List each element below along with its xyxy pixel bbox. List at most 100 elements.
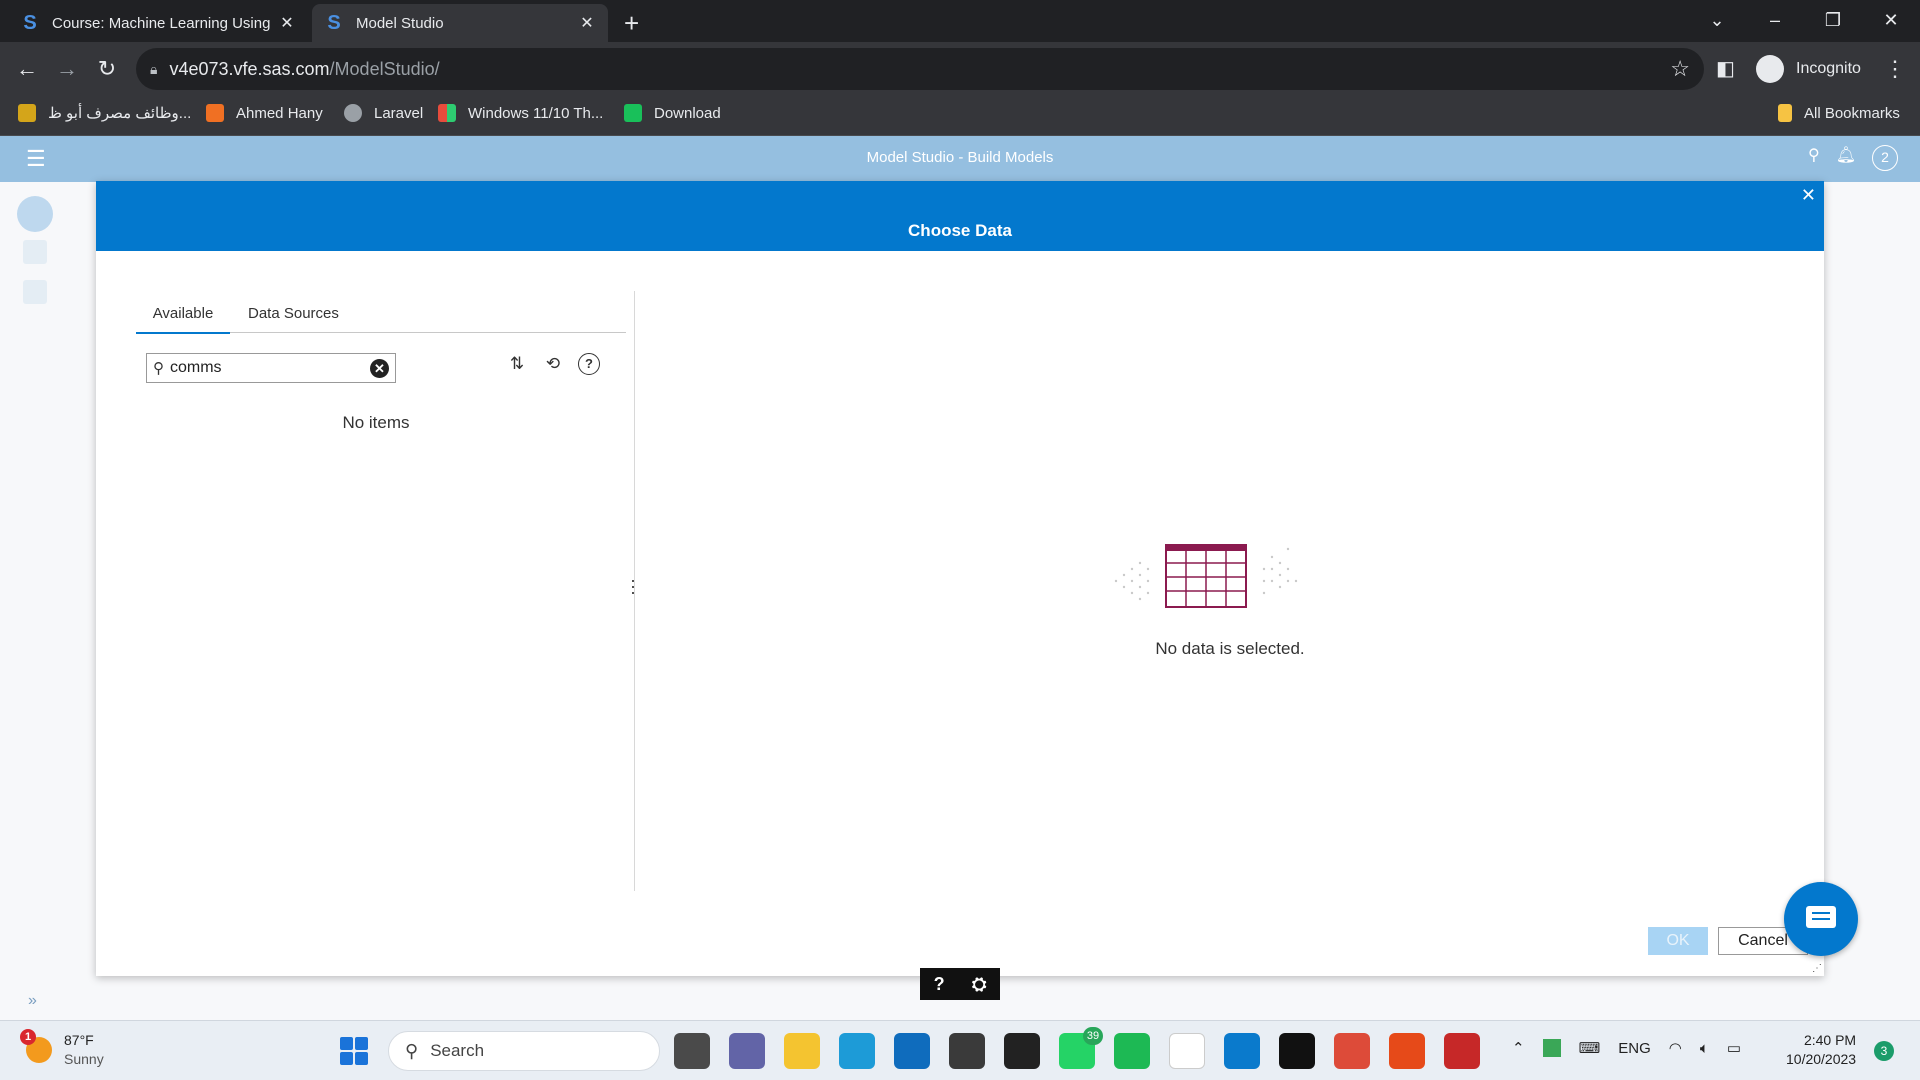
app-badge: 39 [1083, 1027, 1103, 1045]
restore-icon[interactable]: ❐ [1804, 0, 1862, 42]
bookmark-label: Download [654, 104, 721, 122]
header-actions: ⚲ 🔔︎ 2 [1808, 145, 1898, 171]
refresh-icon[interactable]: ⟲ [542, 353, 564, 375]
codepen-icon [206, 104, 224, 122]
taskbar-apps: 39 [674, 1027, 1480, 1069]
search-input[interactable] [170, 359, 350, 377]
url-path: /ModelStudio/ [329, 58, 440, 79]
volume-icon[interactable]: 🔈︎ [1700, 1040, 1709, 1057]
resize-handle-icon[interactable]: ⋰ [1812, 963, 1822, 974]
ok-button[interactable]: OK [1648, 927, 1708, 955]
tray-chevron-icon[interactable]: ⌃ [1512, 1039, 1525, 1057]
no-data-message: No data is selected. [1155, 639, 1305, 658]
bookmark-label: وظائف مصرف أبو ظ... [48, 105, 192, 122]
accessibility-icon[interactable]: ⛭ [972, 974, 986, 995]
word-app-icon[interactable] [1169, 1033, 1205, 1069]
dialog-tabs: Available Data Sources [136, 293, 626, 334]
expand-nav-icon[interactable]: » [28, 992, 37, 1010]
chat-button[interactable] [1784, 882, 1858, 956]
help-toolbar: ? ⛭ [920, 968, 1000, 1000]
lock-icon[interactable]: 🔒︎ [150, 61, 157, 78]
tab-title: Course: Machine Learning Using [52, 14, 271, 32]
whatsapp-app-icon[interactable]: 39 [1059, 1027, 1103, 1069]
wifi-icon[interactable]: ◠ [1669, 1039, 1682, 1057]
splitter-grip-icon[interactable]: · · · [630, 571, 636, 601]
browser-tab-model-studio[interactable]: S Model Studio ✕ [312, 4, 608, 42]
bookmark-label: Ahmed Hany [236, 104, 323, 122]
chat-bubble-icon [1806, 906, 1836, 928]
bookmark-item[interactable]: Windows 11/10 Th... [438, 104, 603, 122]
spotify-app-icon[interactable] [1114, 1033, 1150, 1069]
window-close-icon[interactable]: ✕ [1862, 0, 1920, 42]
taskbar-search-label: Search [430, 1041, 485, 1060]
bookmark-item[interactable]: Ahmed Hany [206, 104, 323, 122]
close-tab-icon[interactable]: ✕ [578, 13, 596, 33]
forward-arrow-icon[interactable]: → [52, 54, 82, 84]
language-indicator[interactable]: ENG [1618, 1040, 1651, 1057]
help-icon[interactable]: ? [578, 353, 600, 375]
incognito-indicator[interactable]: Incognito [1756, 49, 1861, 89]
system-tray: ⌃ ⌨ ENG ◠ 🔈︎ ▭ [1512, 1039, 1741, 1057]
tray-app-icon[interactable] [1542, 1039, 1561, 1057]
teams-meet-app-icon[interactable] [729, 1033, 765, 1069]
dialog-title: Choose Data [908, 221, 1012, 240]
app-title: Model Studio - Build Models [866, 149, 1054, 166]
help-question-icon[interactable]: ? [934, 974, 945, 995]
bookmark-item[interactable]: Download [624, 104, 721, 122]
minimize-icon[interactable]: – [1746, 0, 1804, 42]
sas-favicon-icon: S [23, 12, 37, 34]
browser-menu-icon[interactable]: ⋮ [1884, 56, 1906, 82]
windows-start-icon[interactable] [340, 1037, 368, 1065]
empty-table-illustration-icon [1114, 544, 1298, 608]
url-domain: v4e073.vfe.sas.com [169, 58, 330, 79]
close-tab-icon[interactable]: ✕ [278, 13, 296, 33]
search-icon: ⚲ [405, 1040, 419, 1061]
browser-tab-course[interactable]: S Course: Machine Learning Using ✕ [8, 4, 308, 42]
weather-temp: 87°F [64, 1032, 94, 1048]
notification-count-badge[interactable]: 3 [1874, 1041, 1894, 1061]
task-view-app-icon[interactable] [674, 1033, 710, 1069]
bookmark-item[interactable]: وظائف مصرف أبو ظ... [18, 104, 191, 122]
reload-icon[interactable]: ↻ [92, 54, 122, 84]
epic-games-app-icon[interactable] [1004, 1033, 1040, 1069]
side-panel-icon[interactable]: ◧ [1716, 56, 1742, 82]
bell-icon[interactable]: 🔔︎ [1836, 145, 1856, 171]
all-bookmarks[interactable]: All Bookmarks [1778, 104, 1900, 122]
mail-app-icon[interactable] [894, 1033, 930, 1069]
unity-app-icon[interactable] [949, 1033, 985, 1069]
vscode-app-icon[interactable] [1224, 1033, 1260, 1069]
search-icon[interactable]: ⚲ [1808, 145, 1820, 171]
window-controls: ⌄ – ❐ ✕ [1688, 0, 1920, 42]
tab-available[interactable]: Available [136, 305, 230, 334]
keyboard-icon[interactable]: ⌨ [1579, 1039, 1601, 1057]
new-tab-icon[interactable]: + [624, 8, 639, 39]
taskbar-search[interactable]: ⚲ Search [388, 1031, 660, 1071]
tab-search-chevron-icon[interactable]: ⌄ [1688, 0, 1746, 42]
chrome-app-icon[interactable] [1334, 1033, 1370, 1069]
sort-icon[interactable]: ⇅ [506, 353, 528, 375]
back-arrow-icon[interactable]: ← [12, 54, 42, 84]
office-app-icon[interactable] [1389, 1033, 1425, 1069]
weather-widget[interactable]: 1 87°F Sunny [20, 1029, 104, 1069]
tab-data-sources[interactable]: Data Sources [248, 305, 339, 332]
weather-condition: Sunny [64, 1051, 104, 1067]
battery-icon[interactable]: ▭ [1727, 1039, 1741, 1057]
clock[interactable]: 2:40 PM 10/20/2023 [1786, 1031, 1856, 1069]
browser-toolbar: ← → ↻ 🔒︎ v4e073.vfe.sas.com/ModelStudio/… [0, 42, 1920, 96]
address-bar[interactable]: 🔒︎ v4e073.vfe.sas.com/ModelStudio/ ☆ [136, 48, 1704, 90]
search-field[interactable]: ⚲ ✕ [146, 353, 396, 383]
file-explorer-app-icon[interactable] [784, 1033, 820, 1069]
bookmark-item[interactable]: Laravel [344, 104, 423, 122]
edge-app-icon[interactable] [839, 1033, 875, 1069]
tab-title: Model Studio [356, 14, 444, 32]
bookmark-star-icon[interactable]: ☆ [1670, 56, 1690, 82]
user-badge[interactable]: 2 [1872, 145, 1898, 171]
mm-app-icon[interactable] [1279, 1033, 1315, 1069]
bookmark-label: Windows 11/10 Th... [468, 104, 604, 122]
windows-taskbar: 1 87°F Sunny ⚲ Search 39 ⌃ ⌨ ENG ◠ 🔈︎ ▭ … [0, 1020, 1920, 1080]
list-tools: ⇅ ⟲ ? [506, 353, 600, 375]
chrome-incognito-app-icon[interactable] [1444, 1033, 1480, 1069]
clock-date: 10/20/2023 [1786, 1051, 1857, 1067]
clear-search-icon[interactable]: ✕ [370, 359, 389, 378]
dialog-close-icon[interactable]: ✕ [1801, 185, 1816, 206]
